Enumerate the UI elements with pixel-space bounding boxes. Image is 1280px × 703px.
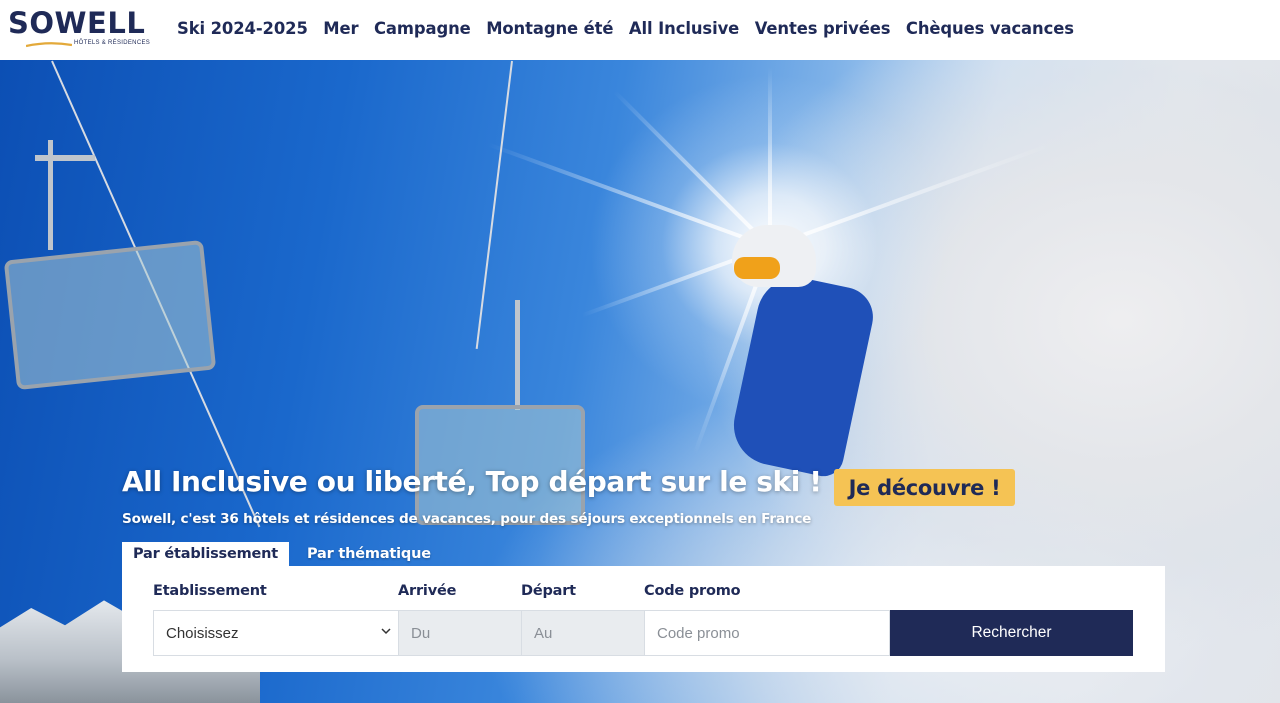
promo-label: Code promo <box>644 583 741 599</box>
establishment-value: Choisissez <box>166 624 239 642</box>
sun-ray <box>613 90 772 249</box>
nav-item-mer[interactable]: Mer <box>323 19 358 38</box>
promo-placeholder: Code promo <box>657 624 740 642</box>
search-button[interactable]: Rechercher <box>890 610 1133 656</box>
nav-item-ventes-privees[interactable]: Ventes privées <box>755 19 891 38</box>
sun-ray <box>487 142 771 249</box>
arrival-placeholder: Du <box>411 624 431 642</box>
sowell-logo[interactable]: SOWELL HÔTELS & RÉSIDENCES <box>8 6 153 48</box>
sun-ray <box>768 67 772 247</box>
chairlift-pole <box>515 300 520 410</box>
lift-cable <box>475 60 513 349</box>
arrival-label: Arrivée <box>398 583 457 599</box>
departure-date-input[interactable]: Au <box>521 610 645 656</box>
hero-headline: All Inclusive ou liberté, Top départ sur… <box>122 465 822 498</box>
departure-label: Départ <box>521 583 576 599</box>
site-header: SOWELL HÔTELS & RÉSIDENCES Ski 2024-2025… <box>0 0 1280 60</box>
sun-ray <box>769 142 1053 249</box>
tab-par-thematique[interactable]: Par thématique <box>307 542 431 566</box>
logo-tagline: HÔTELS & RÉSIDENCES <box>74 40 151 46</box>
skier-goggles <box>734 257 780 279</box>
departure-placeholder: Au <box>534 624 553 642</box>
promo-code-input[interactable]: Code promo <box>644 610 890 656</box>
nav-item-cheques-vacances[interactable]: Chèques vacances <box>906 19 1074 38</box>
establishment-label: Etablissement <box>153 583 267 599</box>
chairlift-seat <box>3 239 217 391</box>
tab-par-etablissement[interactable]: Par établissement <box>122 542 289 566</box>
chairlift-arm <box>35 155 95 161</box>
nav-item-ski[interactable]: Ski 2024-2025 <box>177 19 308 38</box>
hero-subline: Sowell, c'est 36 hôtels et résidences de… <box>122 511 812 527</box>
main-nav: Ski 2024-2025 Mer Campagne Montagne été … <box>177 0 1089 56</box>
chevron-down-icon <box>381 628 391 635</box>
logo-swoosh-icon <box>26 42 72 48</box>
hero-banner: All Inclusive ou liberté, Top départ sur… <box>0 60 1280 703</box>
logo-wordmark: SOWELL <box>8 6 146 40</box>
search-panel: Etablissement Arrivée Départ Code promo … <box>122 566 1165 672</box>
arrival-date-input[interactable]: Du <box>398 610 522 656</box>
nav-item-montagne-ete[interactable]: Montagne été <box>486 19 613 38</box>
establishment-select[interactable]: Choisissez <box>153 610 399 656</box>
nav-item-all-inclusive[interactable]: All Inclusive <box>629 19 739 38</box>
discover-button[interactable]: Je découvre ! <box>834 469 1015 506</box>
nav-item-campagne[interactable]: Campagne <box>374 19 471 38</box>
